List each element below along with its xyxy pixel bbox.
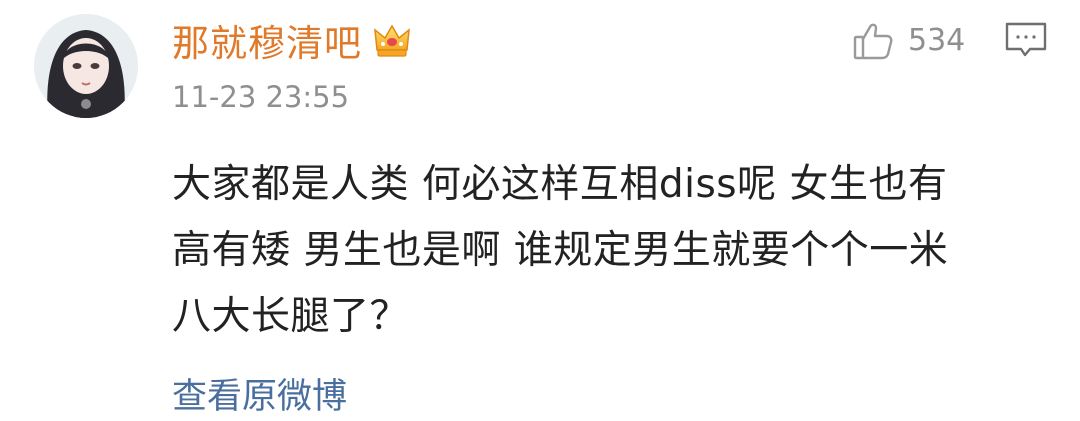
avatar[interactable] xyxy=(34,14,138,118)
crown-icon xyxy=(372,20,412,60)
comment-text-line: 高有矮 男生也是啊 谁规定男生就要个个一米 xyxy=(172,228,949,273)
comment-text-line: 八大长腿了？ xyxy=(172,294,410,339)
username[interactable]: 那就穆清吧 xyxy=(172,13,362,67)
view-original-link[interactable]: 查看原微博 xyxy=(172,368,347,419)
comment-timestamp: 11-23 23:55 xyxy=(172,80,350,114)
like-count: 534 xyxy=(908,22,966,58)
comment-text: 大家都是人类 何必这样互相diss呢 女生也有 高有矮 男生也是啊 谁规定男生就… xyxy=(172,152,1052,350)
thumbs-up-icon[interactable] xyxy=(852,19,894,61)
comment-text-line: 大家都是人类 何必这样互相diss呢 女生也有 xyxy=(172,162,948,207)
like-button[interactable]: 534 xyxy=(852,16,965,64)
comment-icon[interactable] xyxy=(1004,20,1048,60)
